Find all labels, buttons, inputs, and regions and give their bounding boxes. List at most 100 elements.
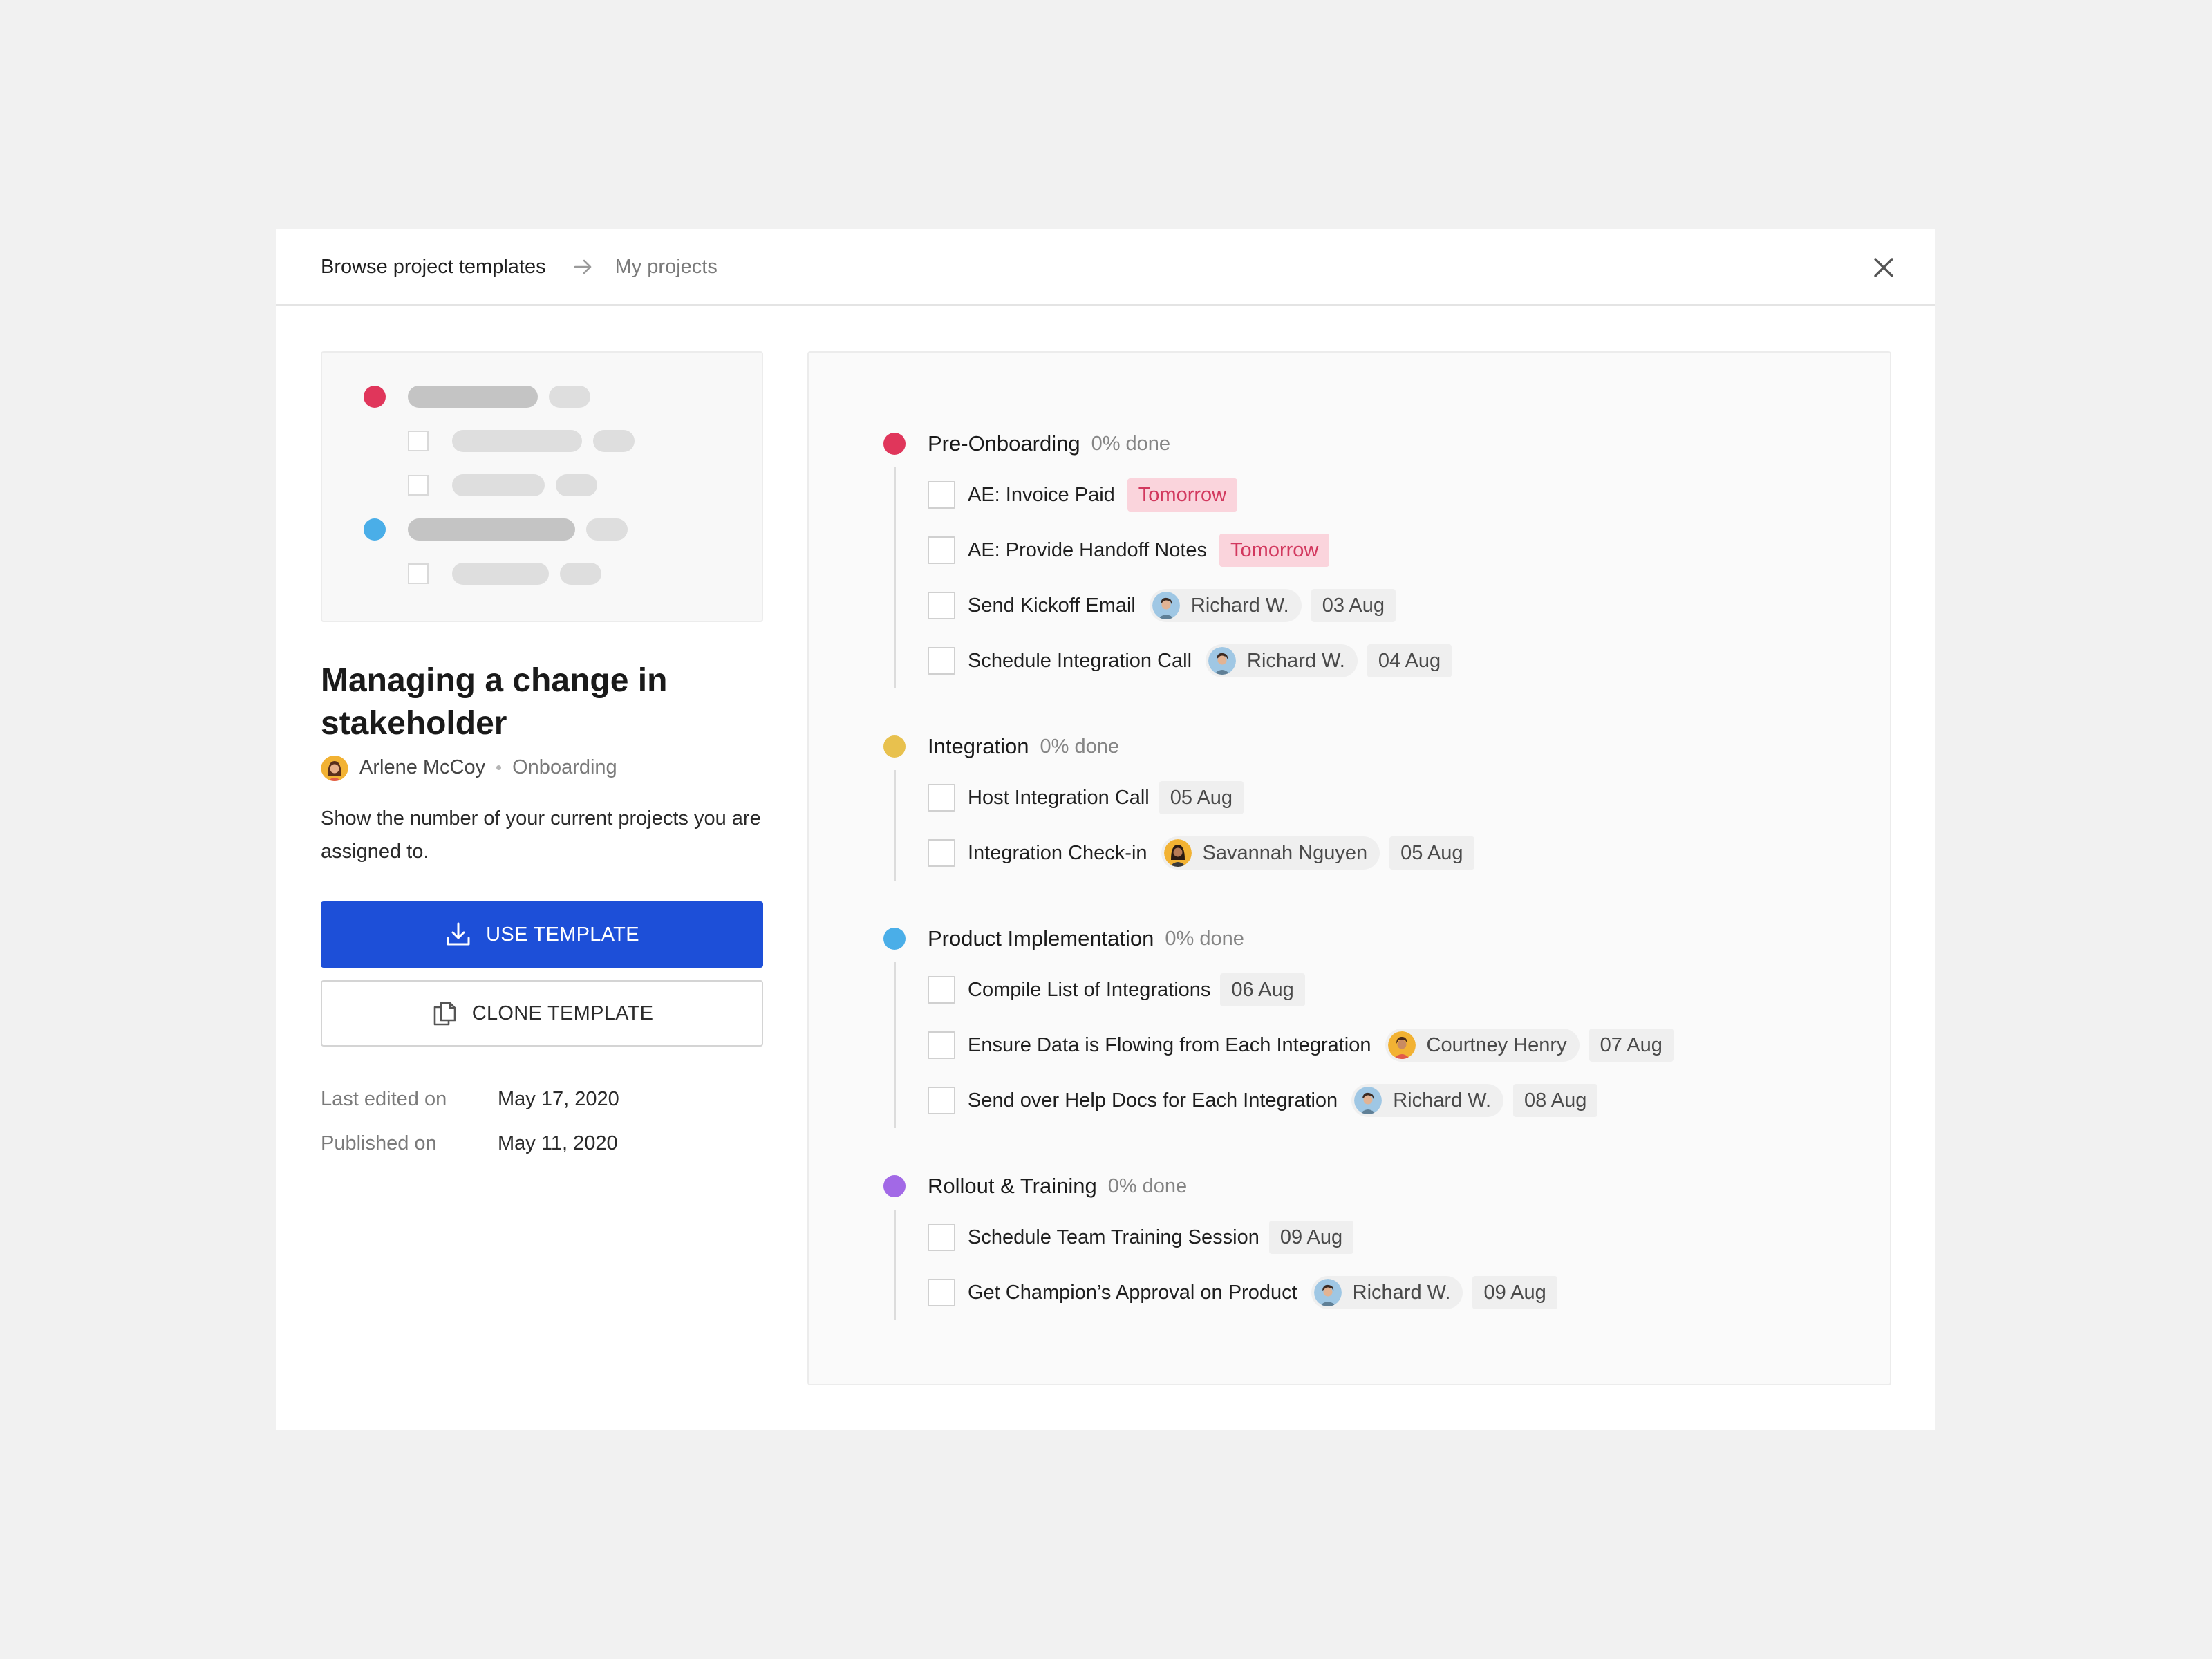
task-row: Integration Check-in Savannah Nguyen 05 … xyxy=(928,825,1851,881)
due-date: 09 Aug xyxy=(1472,1276,1557,1309)
section-color-dot xyxy=(883,928,906,950)
copy-icon xyxy=(431,1000,458,1027)
task-name[interactable]: Ensure Data is Flowing from Each Integra… xyxy=(968,1034,1371,1057)
assignee-name: Richard W. xyxy=(1190,594,1289,617)
preview-bar xyxy=(556,474,597,496)
assignee-avatar xyxy=(1313,1279,1342,1306)
preview-checkbox xyxy=(408,563,429,584)
section-name[interactable]: Product Implementation xyxy=(928,926,1154,951)
due-date: 04 Aug xyxy=(1367,644,1452,677)
section-progress: 0% done xyxy=(1107,1174,1188,1197)
task-checkbox[interactable] xyxy=(928,481,955,509)
template-description: Show the number of your current projects… xyxy=(321,807,761,863)
last-edited-value: May 17, 2020 xyxy=(498,1087,619,1110)
task-name[interactable]: Schedule Integration Call xyxy=(968,650,1192,673)
due-date: 03 Aug xyxy=(1311,589,1396,622)
section-progress: 0% done xyxy=(1165,927,1244,950)
section-header: Pre-Onboarding 0% done xyxy=(883,422,1851,466)
task-row: Send over Help Docs for Each Integration… xyxy=(928,1073,1851,1128)
breadcrumb-my-projects[interactable]: My projects xyxy=(615,256,718,279)
template-modal: Browse project templates My projects Man… xyxy=(276,229,1936,1430)
task-checkbox[interactable] xyxy=(928,1031,955,1059)
task-checkbox[interactable] xyxy=(928,536,955,564)
template-meta: Arlene McCoy Onboarding xyxy=(321,753,763,781)
template-category[interactable]: Onboarding xyxy=(512,756,617,779)
assignee-chip[interactable]: Richard W. xyxy=(1351,1084,1504,1117)
preview-bar xyxy=(593,430,635,452)
template-dates: Last edited on May 17, 2020 Published on… xyxy=(321,1077,763,1165)
preview-bar xyxy=(452,474,545,496)
preview-dot xyxy=(364,518,386,541)
assignee-avatar xyxy=(1163,839,1192,867)
assignee-chip[interactable]: Richard W. xyxy=(1149,589,1302,622)
section-color-dot xyxy=(883,1175,906,1197)
section-header: Integration 0% done xyxy=(883,724,1851,769)
section-product-implementation: Product Implementation 0% done Compile L… xyxy=(883,917,1851,1128)
assignee-avatar xyxy=(1208,647,1237,675)
task-row: Ensure Data is Flowing from Each Integra… xyxy=(928,1018,1851,1073)
task-name[interactable]: Get Champion’s Approval on Product xyxy=(968,1282,1297,1304)
section-name[interactable]: Rollout & Training xyxy=(928,1174,1097,1199)
preview-bar xyxy=(452,430,582,452)
task-name[interactable]: Send Kickoff Email xyxy=(968,594,1136,617)
due-date: 05 Aug xyxy=(1389,836,1474,870)
template-preview xyxy=(321,351,763,622)
assignee-avatar xyxy=(1152,592,1180,619)
section-progress: 0% done xyxy=(1040,735,1120,758)
task-list: Host Integration Call 05 Aug Integration… xyxy=(894,770,1851,881)
arrow-right-icon xyxy=(574,259,593,275)
task-name[interactable]: Compile List of Integrations xyxy=(968,979,1210,1002)
author-name[interactable]: Arlene McCoy xyxy=(359,756,485,779)
clone-template-button[interactable]: CLONE TEMPLATE xyxy=(321,980,763,1047)
published-label: Published on xyxy=(321,1132,437,1154)
task-name[interactable]: AE: Provide Handoff Notes xyxy=(968,539,1207,562)
assignee-chip[interactable]: Richard W. xyxy=(1206,644,1358,677)
task-checkbox[interactable] xyxy=(928,1087,955,1114)
task-checkbox[interactable] xyxy=(928,1279,955,1306)
task-checkbox[interactable] xyxy=(928,784,955,812)
section-header: Product Implementation 0% done xyxy=(883,917,1851,961)
published-row: Published on May 11, 2020 xyxy=(321,1121,763,1165)
section-progress: 0% done xyxy=(1091,432,1171,455)
task-row: Send Kickoff Email Richard W. 03 Aug xyxy=(928,578,1851,633)
assignee-chip[interactable]: Savannah Nguyen xyxy=(1161,836,1380,870)
task-name[interactable]: AE: Invoice Paid xyxy=(968,484,1115,507)
task-name[interactable]: Host Integration Call xyxy=(968,787,1150,809)
due-date: 09 Aug xyxy=(1268,1221,1354,1254)
clone-template-label: CLONE TEMPLATE xyxy=(471,1002,654,1024)
due-date: 05 Aug xyxy=(1159,781,1244,814)
task-checkbox[interactable] xyxy=(928,647,955,675)
preview-bar xyxy=(586,518,628,541)
due-date: 07 Aug xyxy=(1588,1029,1674,1062)
task-row: Schedule Team Training Session 09 Aug xyxy=(928,1210,1851,1265)
task-name[interactable]: Schedule Team Training Session xyxy=(968,1226,1259,1249)
section-name[interactable]: Integration xyxy=(928,734,1029,759)
task-name[interactable]: Send over Help Docs for Each Integration xyxy=(968,1089,1338,1112)
assignee-name: Savannah Nguyen xyxy=(1202,841,1368,864)
task-name[interactable]: Integration Check-in xyxy=(968,842,1147,865)
section-name[interactable]: Pre-Onboarding xyxy=(928,431,1080,456)
template-details: Managing a change in stakeholder Arlene … xyxy=(321,351,763,1165)
task-checkbox[interactable] xyxy=(928,839,955,867)
template-outline: Pre-Onboarding 0% done AE: Invoice Paid … xyxy=(807,351,1891,1385)
task-checkbox[interactable] xyxy=(928,592,955,619)
download-icon xyxy=(444,921,472,948)
task-checkbox[interactable] xyxy=(928,976,955,1004)
meta-separator xyxy=(496,765,502,770)
task-checkbox[interactable] xyxy=(928,1224,955,1251)
preview-bar xyxy=(549,386,590,408)
use-template-label: USE TEMPLATE xyxy=(486,923,639,946)
task-row: AE: Provide Handoff Notes Tomorrow xyxy=(928,523,1851,578)
close-icon[interactable] xyxy=(1868,252,1900,283)
section-color-dot xyxy=(883,433,906,455)
preview-bar xyxy=(452,563,549,585)
use-template-button[interactable]: USE TEMPLATE xyxy=(321,901,763,968)
preview-checkbox xyxy=(408,431,429,451)
assignee-chip[interactable]: Courtney Henry xyxy=(1385,1029,1580,1062)
preview-dot xyxy=(364,386,386,408)
section-pre-onboarding: Pre-Onboarding 0% done AE: Invoice Paid … xyxy=(883,422,1851,688)
section-header: Rollout & Training 0% done xyxy=(883,1164,1851,1208)
assignee-chip[interactable]: Richard W. xyxy=(1311,1276,1463,1309)
section-list: Pre-Onboarding 0% done AE: Invoice Paid … xyxy=(883,422,1851,1356)
assignee-avatar xyxy=(1354,1087,1382,1114)
